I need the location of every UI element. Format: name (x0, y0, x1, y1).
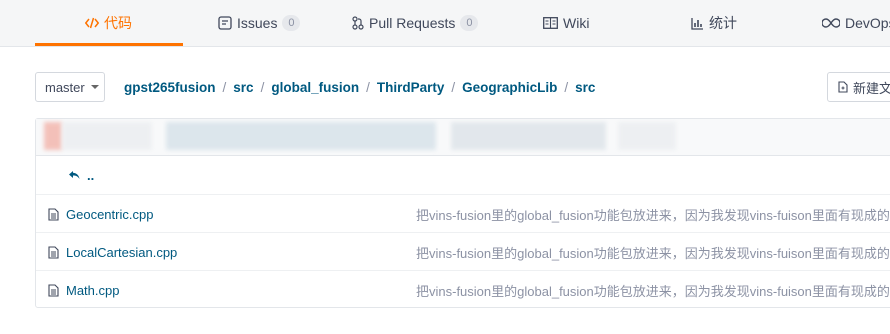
breadcrumb-item[interactable]: gpst265fusion (124, 80, 216, 95)
new-file-button[interactable]: 新建文件 (827, 72, 890, 102)
parent-link[interactable]: .. (87, 168, 94, 183)
breadcrumb: gpst265fusion / src / global_fusion / ThirdPar… (124, 80, 596, 95)
file-icon (48, 207, 59, 221)
tab-label: Issues (237, 15, 278, 31)
file-row[interactable]: LocalCartesian.cpp 把vins-fusion里的global_… (36, 232, 890, 270)
redacted-text (62, 122, 152, 150)
breadcrumb-item[interactable]: global_fusion (271, 80, 359, 95)
commit-message-link[interactable]: 把vins-fusion里的global_fusion功能包放进来，因为我发现v… (416, 233, 890, 271)
tab-code[interactable]: 代码 (85, 0, 132, 46)
code-icon (85, 17, 99, 29)
tab-label: 统计 (709, 15, 737, 31)
tab-pull-requests[interactable]: Pull Requests 0 (352, 0, 479, 46)
breadcrumb-item[interactable]: src (233, 80, 253, 95)
redacted-text (166, 122, 436, 150)
file-name-link[interactable]: LocalCartesian.cpp (66, 245, 177, 260)
issues-count-badge: 0 (282, 15, 301, 31)
reply-arrow-icon (68, 170, 80, 180)
branch-selector[interactable]: master (35, 72, 105, 102)
branch-name: master (45, 79, 85, 95)
file-row[interactable]: Geocentric.cpp 把vins-fusion里的global_fusi… (36, 194, 890, 232)
devops-icon (822, 18, 840, 28)
file-name-link[interactable]: Geocentric.cpp (66, 207, 153, 222)
issues-icon (218, 16, 232, 30)
redacted-text (618, 122, 676, 150)
redacted-text (451, 122, 606, 150)
tab-issues[interactable]: Issues 0 (218, 0, 301, 46)
latest-commit-bar-redacted (36, 119, 890, 156)
parent-directory-row[interactable]: .. (36, 156, 890, 194)
active-tab-indicator (35, 43, 183, 46)
file-name-link[interactable]: Math.cpp (66, 283, 119, 298)
tab-label: Wiki (563, 15, 590, 31)
tab-label: 代码 (104, 15, 132, 31)
tab-label: DevOps (845, 15, 890, 31)
breadcrumb-item[interactable]: src (575, 80, 595, 95)
stats-icon (691, 17, 704, 30)
repo-tab-bar: 代码 Issues 0 Pull Requests 0 Wiki 统计 DevO… (0, 0, 890, 47)
redacted-avatar (44, 122, 62, 150)
file-icon (48, 245, 59, 259)
file-row[interactable]: Math.cpp 把vins-fusion里的global_fusion功能包放… (36, 270, 890, 308)
tab-label: Pull Requests (369, 15, 456, 31)
tab-devops[interactable]: DevOps (822, 0, 890, 46)
breadcrumb-item[interactable]: ThirdParty (377, 80, 445, 95)
wiki-icon (543, 17, 558, 29)
pull-request-icon (352, 16, 364, 30)
tab-wiki[interactable]: Wiki (543, 0, 589, 46)
chevron-down-icon (90, 85, 99, 89)
file-plus-icon (838, 81, 848, 93)
commit-message-link[interactable]: 把vins-fusion里的global_fusion功能包放进来，因为我发现v… (416, 271, 890, 309)
pull-requests-count-badge: 0 (460, 15, 479, 31)
file-icon (48, 283, 59, 297)
tab-stats[interactable]: 统计 (691, 0, 737, 46)
breadcrumb-item[interactable]: GeographicLib (462, 80, 557, 95)
commit-message-link[interactable]: 把vins-fusion里的global_fusion功能包放进来，因为我发现v… (416, 195, 890, 233)
file-list: .. Geocentric.cpp 把vins-fusion里的global_f… (35, 118, 890, 308)
new-file-label: 新建文件 (853, 80, 890, 96)
